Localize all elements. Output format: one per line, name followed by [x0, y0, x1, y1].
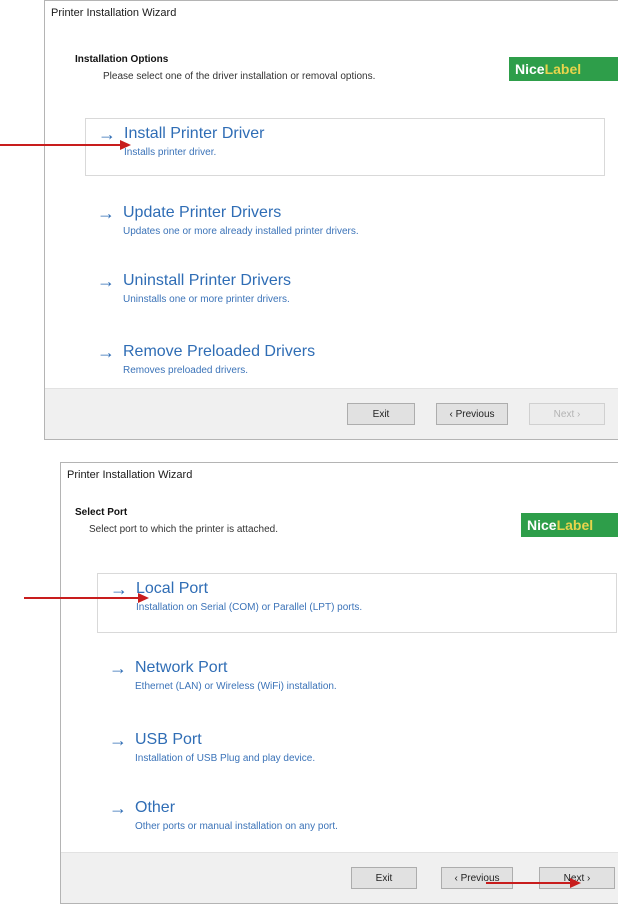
other-port-option[interactable]: → Other Other ports or manual installatio… — [97, 793, 617, 847]
local-port-option[interactable]: → Local Port Installation on Serial (COM)… — [97, 573, 617, 633]
option-description: Uninstalls one or more printer drivers. — [123, 294, 290, 305]
page-title: Select Port — [75, 507, 128, 518]
red-arrow-icon — [24, 597, 140, 599]
option-title: Uninstall Printer Drivers — [123, 272, 292, 289]
arrow-right-icon: → — [97, 203, 115, 223]
network-port-option[interactable]: → Network Port Ethernet (LAN) or Wireless… — [97, 653, 617, 707]
arrow-right-icon: → — [109, 798, 127, 818]
uninstall-printer-drivers-option[interactable]: → Uninstall Printer Drivers Uninstalls on… — [85, 266, 605, 320]
window-title: Printer Installation Wizard — [67, 469, 193, 481]
page-title: Installation Options — [75, 54, 169, 65]
arrow-right-icon: → — [98, 124, 116, 144]
page-subtitle: Please select one of the driver installa… — [103, 71, 376, 82]
exit-button[interactable]: Exit — [351, 867, 417, 889]
logo-text-nice: Nice — [527, 517, 557, 533]
usb-port-option[interactable]: → USB Port Installation of USB Plug and p… — [97, 725, 617, 779]
option-description: Installation of USB Plug and play device… — [135, 753, 316, 764]
arrow-right-icon: → — [109, 658, 127, 678]
remove-preloaded-drivers-option[interactable]: → Remove Preloaded Drivers Removes preloa… — [85, 337, 605, 391]
option-title: Network Port — [135, 659, 228, 676]
arrow-right-icon: → — [109, 730, 127, 750]
installation-options-window: Printer Installation Wizard Installation… — [44, 0, 618, 440]
previous-button[interactable]: ‹ Previous — [441, 867, 513, 889]
option-title: USB Port — [135, 731, 202, 748]
button-bar: Exit ‹ Previous Next › — [45, 388, 618, 439]
arrow-right-icon: → — [97, 342, 115, 362]
option-description: Installs printer driver. — [124, 147, 217, 158]
option-description: Updates one or more already installed pr… — [123, 226, 359, 237]
nicelabel-logo: Nice Label — [521, 513, 618, 537]
red-arrow-head-icon — [570, 878, 581, 888]
option-description: Installation on Serial (COM) or Parallel… — [136, 602, 363, 613]
install-printer-driver-option[interactable]: → Install Printer Driver Installs printer… — [85, 118, 605, 176]
arrow-right-icon: → — [110, 579, 128, 599]
red-arrow-head-icon — [138, 593, 149, 603]
logo-text-label: Label — [544, 61, 582, 77]
exit-button[interactable]: Exit — [347, 403, 415, 425]
option-description: Other ports or manual installation on an… — [135, 821, 338, 832]
previous-button[interactable]: ‹ Previous — [436, 403, 508, 425]
arrow-right-icon: → — [97, 271, 115, 291]
nicelabel-logo: Nice Label — [509, 57, 618, 81]
option-title: Install Printer Driver — [124, 125, 265, 142]
option-description: Ethernet (LAN) or Wireless (WiFi) instal… — [135, 681, 337, 692]
update-printer-drivers-option[interactable]: → Update Printer Drivers Updates one or m… — [85, 198, 605, 252]
logo-text-label: Label — [556, 517, 594, 533]
option-title: Other — [135, 799, 176, 816]
option-description: Removes preloaded drivers. — [123, 365, 249, 376]
red-arrow-icon — [0, 144, 122, 146]
next-button[interactable]: Next › — [529, 403, 605, 425]
option-title: Remove Preloaded Drivers — [123, 343, 316, 360]
page-subtitle: Select port to which the printer is atta… — [89, 524, 278, 535]
window-title: Printer Installation Wizard — [51, 7, 177, 19]
option-title: Update Printer Drivers — [123, 204, 282, 221]
select-port-window: Printer Installation Wizard Select Port … — [60, 462, 618, 904]
button-bar: Exit ‹ Previous Next › — [61, 852, 618, 903]
logo-text-nice: Nice — [515, 61, 545, 77]
red-arrow-icon — [486, 882, 570, 884]
red-arrow-head-icon — [120, 140, 131, 150]
